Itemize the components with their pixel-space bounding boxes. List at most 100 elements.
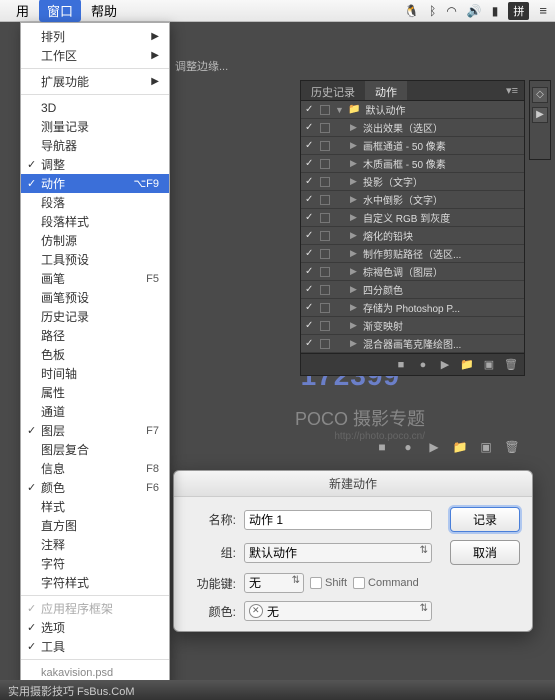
toggle-icon[interactable] — [320, 123, 330, 133]
qq-icon[interactable]: 🐧 — [404, 4, 419, 18]
menu-tool-presets[interactable]: 工具预设 — [21, 250, 169, 269]
toggle-icon[interactable] — [320, 267, 330, 277]
disclosure-icon[interactable]: ▶ — [350, 176, 358, 187]
stop-icon[interactable]: ■ — [394, 359, 408, 371]
action-row[interactable]: ✓▶棕褐色调（图层） — [301, 263, 524, 281]
cancel-button[interactable]: 取消 — [450, 540, 520, 565]
disclosure-icon[interactable]: ▶ — [350, 248, 358, 259]
action-set-row[interactable]: ✓ ▼ 📁 默认动作 — [301, 101, 524, 119]
disclosure-icon[interactable]: ▶ — [350, 266, 358, 277]
disclosure-icon[interactable]: ▶ — [350, 230, 358, 241]
refine-edge-label[interactable]: 调整边缘... — [175, 58, 228, 74]
trash-icon[interactable]: 🗑 — [504, 358, 518, 371]
menu-extensions[interactable]: 扩展功能▶ — [21, 72, 169, 91]
volume-icon[interactable]: 🔊 — [467, 4, 482, 18]
check-icon[interactable]: ✓ — [305, 266, 315, 277]
battery-icon[interactable]: ▮ — [492, 4, 499, 18]
menu-adjustments[interactable]: ✓调整 — [21, 155, 169, 174]
disclosure-icon[interactable]: ▶ — [350, 212, 358, 223]
new-icon[interactable]: ▣ — [478, 440, 494, 454]
check-icon[interactable]: ✓ — [305, 194, 315, 205]
menu-layer-comps[interactable]: 图层复合 — [21, 440, 169, 459]
menu-help[interactable]: 帮助 — [83, 0, 125, 22]
menu-workspace[interactable]: 工作区▶ — [21, 46, 169, 65]
check-icon[interactable]: ✓ — [305, 248, 315, 259]
menu-swatches[interactable]: 色板 — [21, 345, 169, 364]
menu-clone-source[interactable]: 仿制源 — [21, 231, 169, 250]
toggle-icon[interactable] — [320, 339, 330, 349]
menu-history[interactable]: 历史记录 — [21, 307, 169, 326]
name-input[interactable] — [244, 510, 432, 530]
menu-3d[interactable]: 3D — [21, 98, 169, 117]
action-row[interactable]: ✓▶投影（文字） — [301, 173, 524, 191]
toggle-icon[interactable] — [320, 105, 330, 115]
action-row[interactable]: ✓▶四分颜色 — [301, 281, 524, 299]
new-set-icon[interactable]: 📁 — [460, 358, 474, 371]
toggle-icon[interactable] — [320, 321, 330, 331]
menu-timeline[interactable]: 时间轴 — [21, 364, 169, 383]
command-checkbox[interactable]: Command — [353, 577, 419, 589]
menu-options[interactable]: ✓选项 — [21, 618, 169, 637]
action-row[interactable]: ✓▶木质画框 - 50 像素 — [301, 155, 524, 173]
bluetooth-icon[interactable]: ᛒ — [429, 4, 436, 18]
toggle-icon[interactable] — [320, 177, 330, 187]
record-icon[interactable]: ● — [400, 440, 416, 454]
play-icon[interactable]: ▶ — [438, 358, 452, 371]
disclosure-icon[interactable]: ▶ — [350, 302, 358, 313]
stop-icon[interactable]: ■ — [374, 440, 390, 454]
menu-paragraph[interactable]: 段落 — [21, 193, 169, 212]
action-row[interactable]: ✓▶水中倒影（文字） — [301, 191, 524, 209]
menu-brush-presets[interactable]: 画笔预设 — [21, 288, 169, 307]
record-button[interactable]: 记录 — [450, 507, 520, 532]
action-row[interactable]: ✓▶渐变映射 — [301, 317, 524, 335]
check-icon[interactable]: ✓ — [305, 230, 315, 241]
folder-icon[interactable]: 📁 — [452, 440, 468, 454]
menu-info[interactable]: 信息F8 — [21, 459, 169, 478]
shift-checkbox[interactable]: Shift — [310, 577, 347, 589]
check-icon[interactable]: ✓ — [305, 158, 315, 169]
menu-notes[interactable]: 注释 — [21, 535, 169, 554]
toggle-icon[interactable] — [320, 213, 330, 223]
check-icon[interactable]: ✓ — [305, 338, 315, 349]
play-button[interactable]: ▶ — [532, 107, 548, 123]
record-icon[interactable]: ● — [416, 359, 430, 371]
menu-histogram[interactable]: 直方图 — [21, 516, 169, 535]
menu-styles[interactable]: 样式 — [21, 497, 169, 516]
action-row[interactable]: ✓▶熔化的铅块 — [301, 227, 524, 245]
menu-actions[interactable]: ✓动作⌥F9 — [21, 174, 169, 193]
menu-navigator[interactable]: 导航器 — [21, 136, 169, 155]
action-row[interactable]: ✓▶存储为 Photoshop P... — [301, 299, 524, 317]
menu-character-styles[interactable]: 字符样式 — [21, 573, 169, 592]
set-select[interactable]: 默认动作 — [244, 543, 432, 563]
play-icon[interactable]: ▶ — [426, 440, 442, 454]
ime-indicator[interactable]: 拼 — [508, 2, 529, 20]
menu-tools[interactable]: ✓工具 — [21, 637, 169, 656]
fnkey-select[interactable]: 无 — [244, 573, 304, 593]
menu-channels[interactable]: 通道 — [21, 402, 169, 421]
disclosure-icon[interactable]: ▶ — [350, 194, 358, 205]
menu-layers[interactable]: ✓图层F7 — [21, 421, 169, 440]
check-icon[interactable]: ✓ — [305, 104, 315, 115]
check-icon[interactable]: ✓ — [305, 284, 315, 295]
check-icon[interactable]: ✓ — [305, 320, 315, 331]
action-row[interactable]: ✓▶制作剪贴路径（选区... — [301, 245, 524, 263]
check-icon[interactable]: ✓ — [305, 140, 315, 151]
menu-character[interactable]: 字符 — [21, 554, 169, 573]
color-value[interactable]: 无 — [267, 603, 279, 620]
menu-properties[interactable]: 属性 — [21, 383, 169, 402]
tab-actions[interactable]: 动作 — [365, 81, 407, 100]
disclosure-icon[interactable]: ▼ — [335, 105, 343, 115]
menu-window[interactable]: 窗口 — [39, 0, 81, 22]
check-icon[interactable]: ✓ — [305, 212, 315, 223]
disclosure-icon[interactable]: ▶ — [350, 284, 358, 295]
toggle-icon[interactable] — [320, 303, 330, 313]
action-row[interactable]: ✓▶淡出效果（选区） — [301, 119, 524, 137]
menu-color[interactable]: ✓颜色F6 — [21, 478, 169, 497]
menu-open-file[interactable]: kakavision.psd — [21, 663, 169, 681]
action-row[interactable]: ✓▶自定义 RGB 到灰度 — [301, 209, 524, 227]
disclosure-icon[interactable]: ▶ — [350, 140, 358, 151]
menu-paths[interactable]: 路径 — [21, 326, 169, 345]
side-btn-1[interactable]: ◇ — [532, 87, 548, 103]
check-icon[interactable]: ✓ — [305, 176, 315, 187]
wifi-icon[interactable]: ◠ — [446, 4, 456, 18]
